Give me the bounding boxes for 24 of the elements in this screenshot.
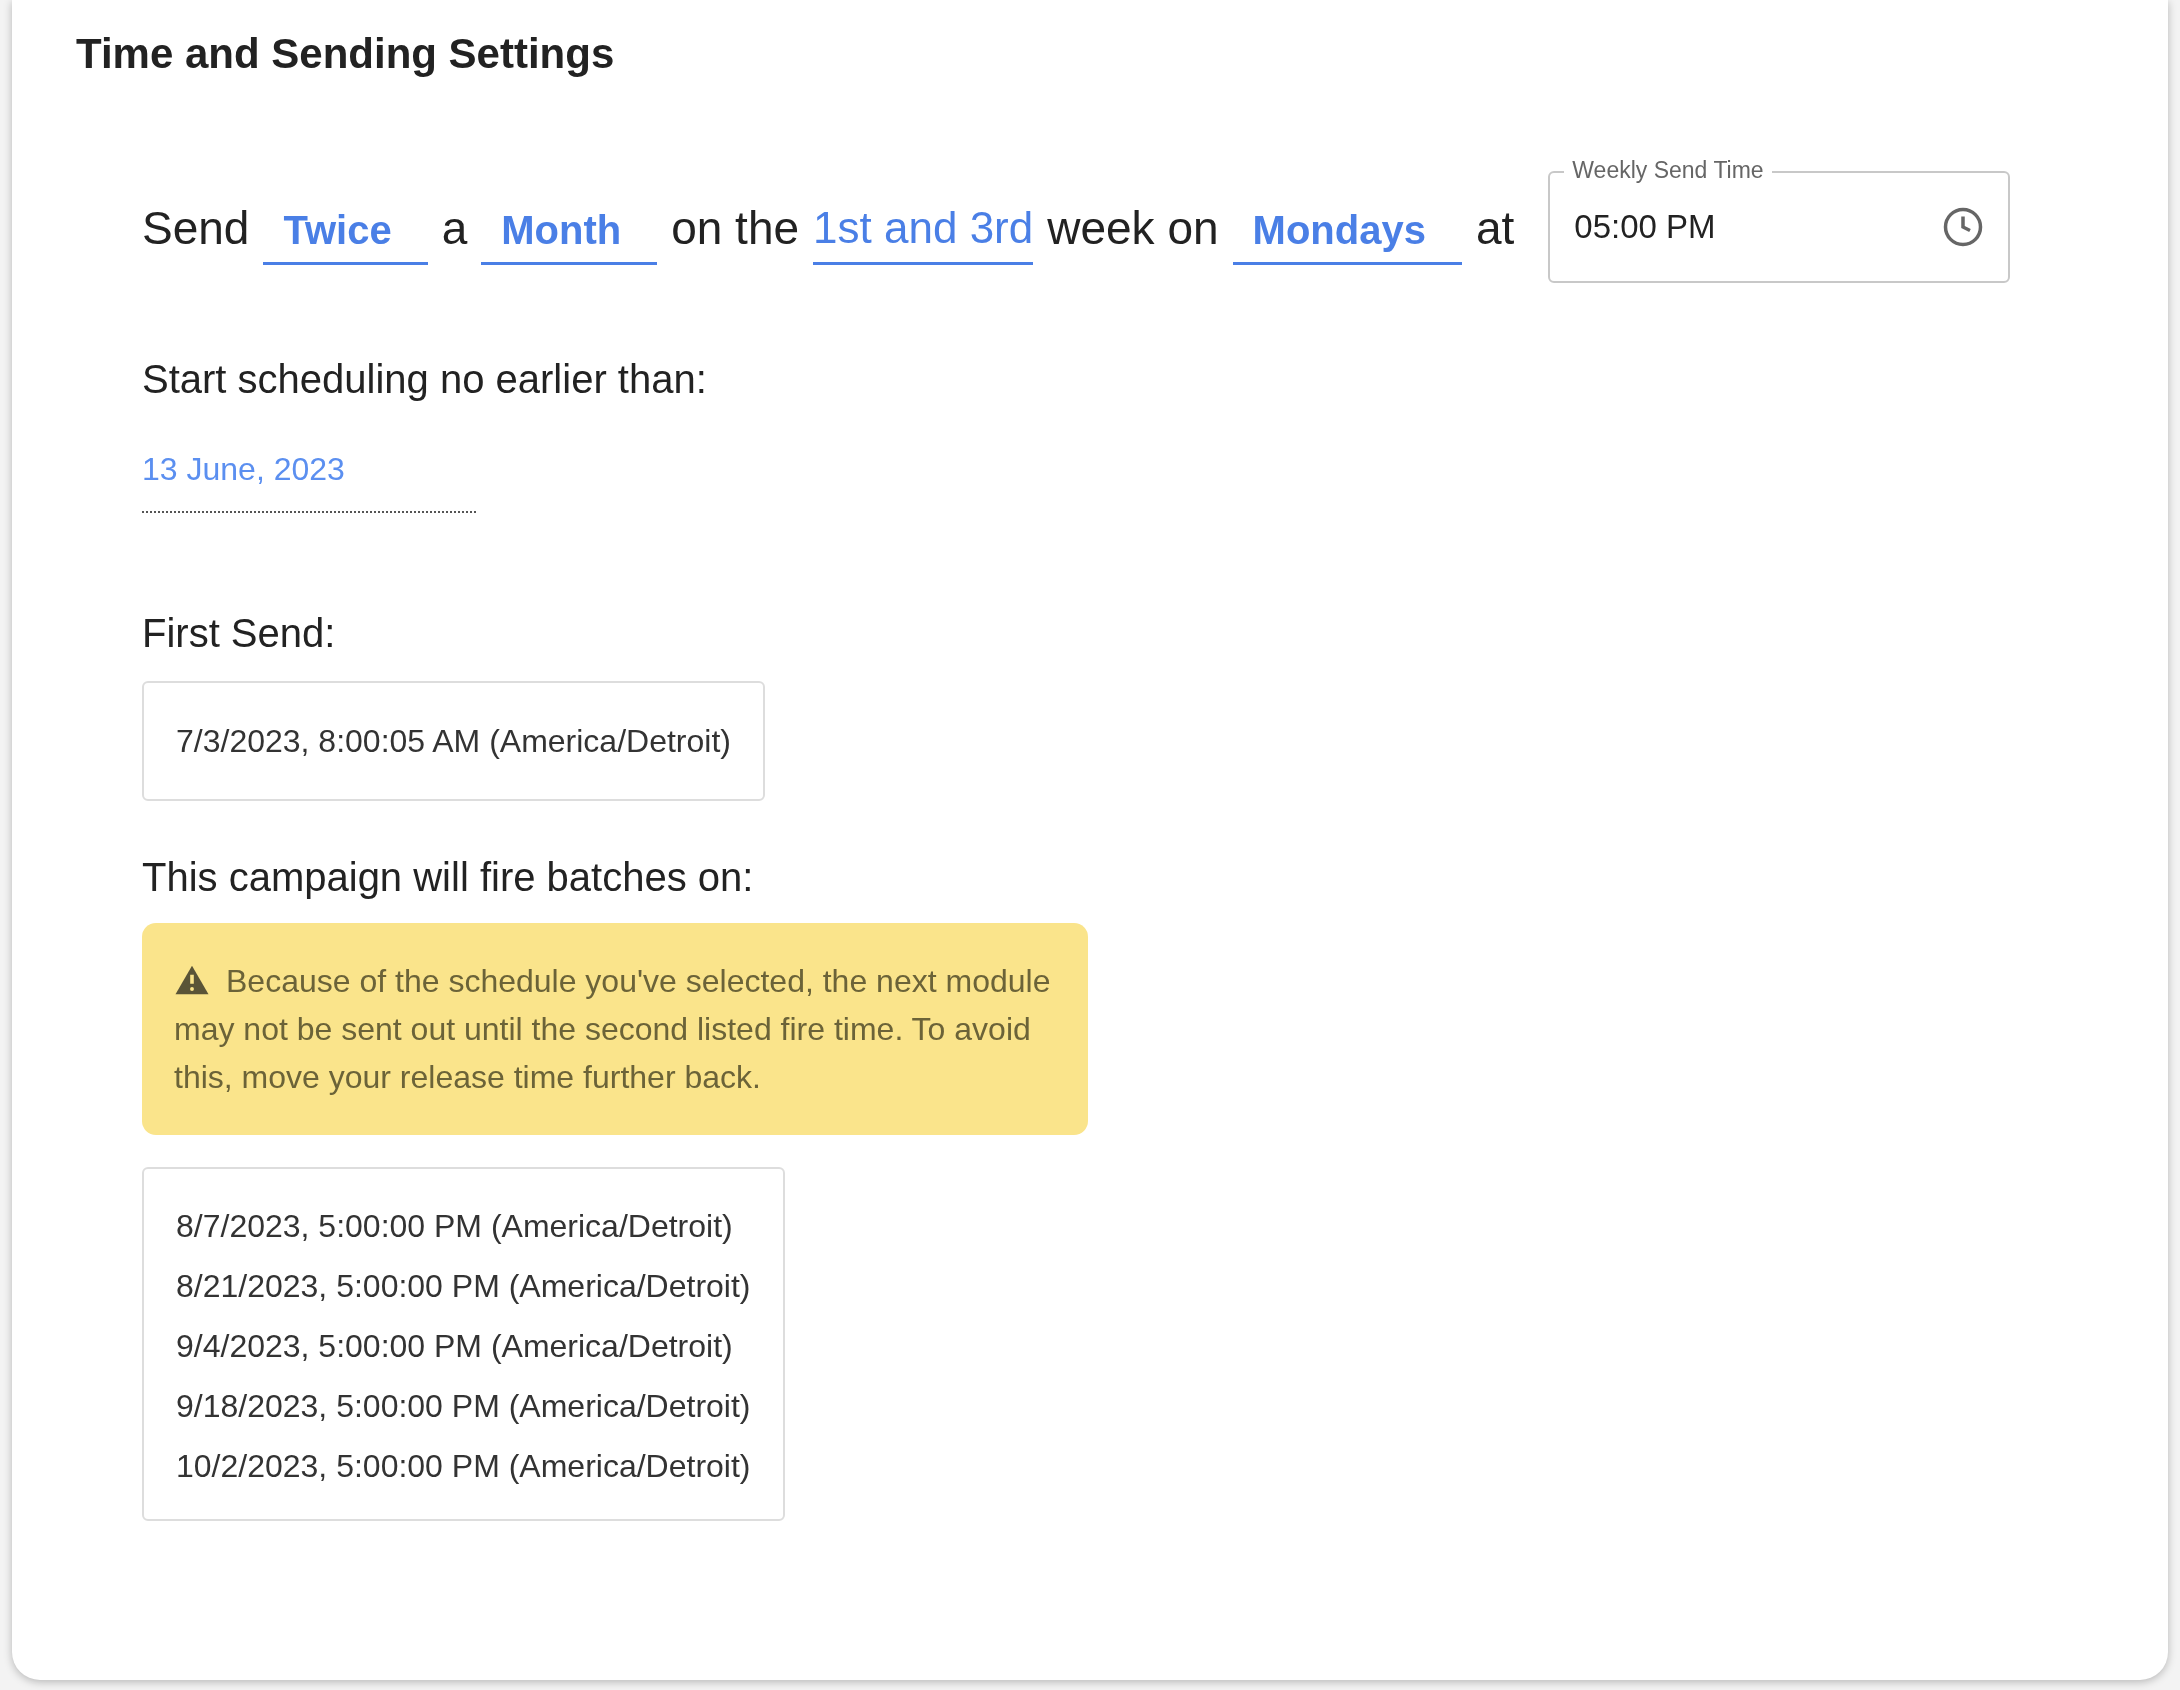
first-send-box: 7/3/2023, 8:00:05 AM (America/Detroit) bbox=[142, 681, 765, 801]
fire-time: 9/18/2023, 5:00:00 PM (America/Detroit) bbox=[176, 1387, 751, 1426]
dropdown-select[interactable]: Twice bbox=[263, 202, 428, 265]
section-title: Time and Sending Settings bbox=[76, 29, 615, 79]
week-link[interactable]: 1st and 3rd bbox=[813, 206, 1034, 265]
sentence-text: on the bbox=[671, 205, 800, 256]
warning-icon bbox=[174, 964, 210, 996]
fire-time: 10/2/2023, 5:00:00 PM (America/Detroit) bbox=[176, 1447, 751, 1486]
clock-icon bbox=[1942, 206, 1985, 248]
fire-time: 9/4/2023, 5:00:00 PM (America/Detroit) bbox=[176, 1327, 734, 1366]
date-link[interactable]: 13 June, 2023 bbox=[142, 445, 476, 513]
sentence-text: week on bbox=[1047, 205, 1219, 256]
field-label: This campaign will fire batches on: bbox=[142, 854, 754, 901]
fire-time: 8/21/2023, 5:00:00 PM (America/Detroit) bbox=[176, 1267, 751, 1306]
sentence-text: a bbox=[441, 205, 468, 256]
warning-message: Because of the schedule you've selected, the next module may not be sent out until the second listed fire time. To avoid this, move your release time further back. bbox=[174, 962, 1052, 1097]
sentence-text: Send bbox=[142, 205, 250, 256]
dropdown-select[interactable]: Mondays bbox=[1232, 202, 1462, 265]
fire-time: 8/7/2023, 5:00:00 PM (America/Detroit) bbox=[176, 1207, 734, 1246]
time-value: 05:00 PM bbox=[1574, 207, 1716, 248]
field-label: Start scheduling no earlier than: bbox=[142, 356, 707, 403]
field-label: First Send: bbox=[142, 610, 336, 657]
sentence-text: at bbox=[1475, 205, 1515, 256]
dropdown-select[interactable]: Month bbox=[481, 202, 658, 265]
